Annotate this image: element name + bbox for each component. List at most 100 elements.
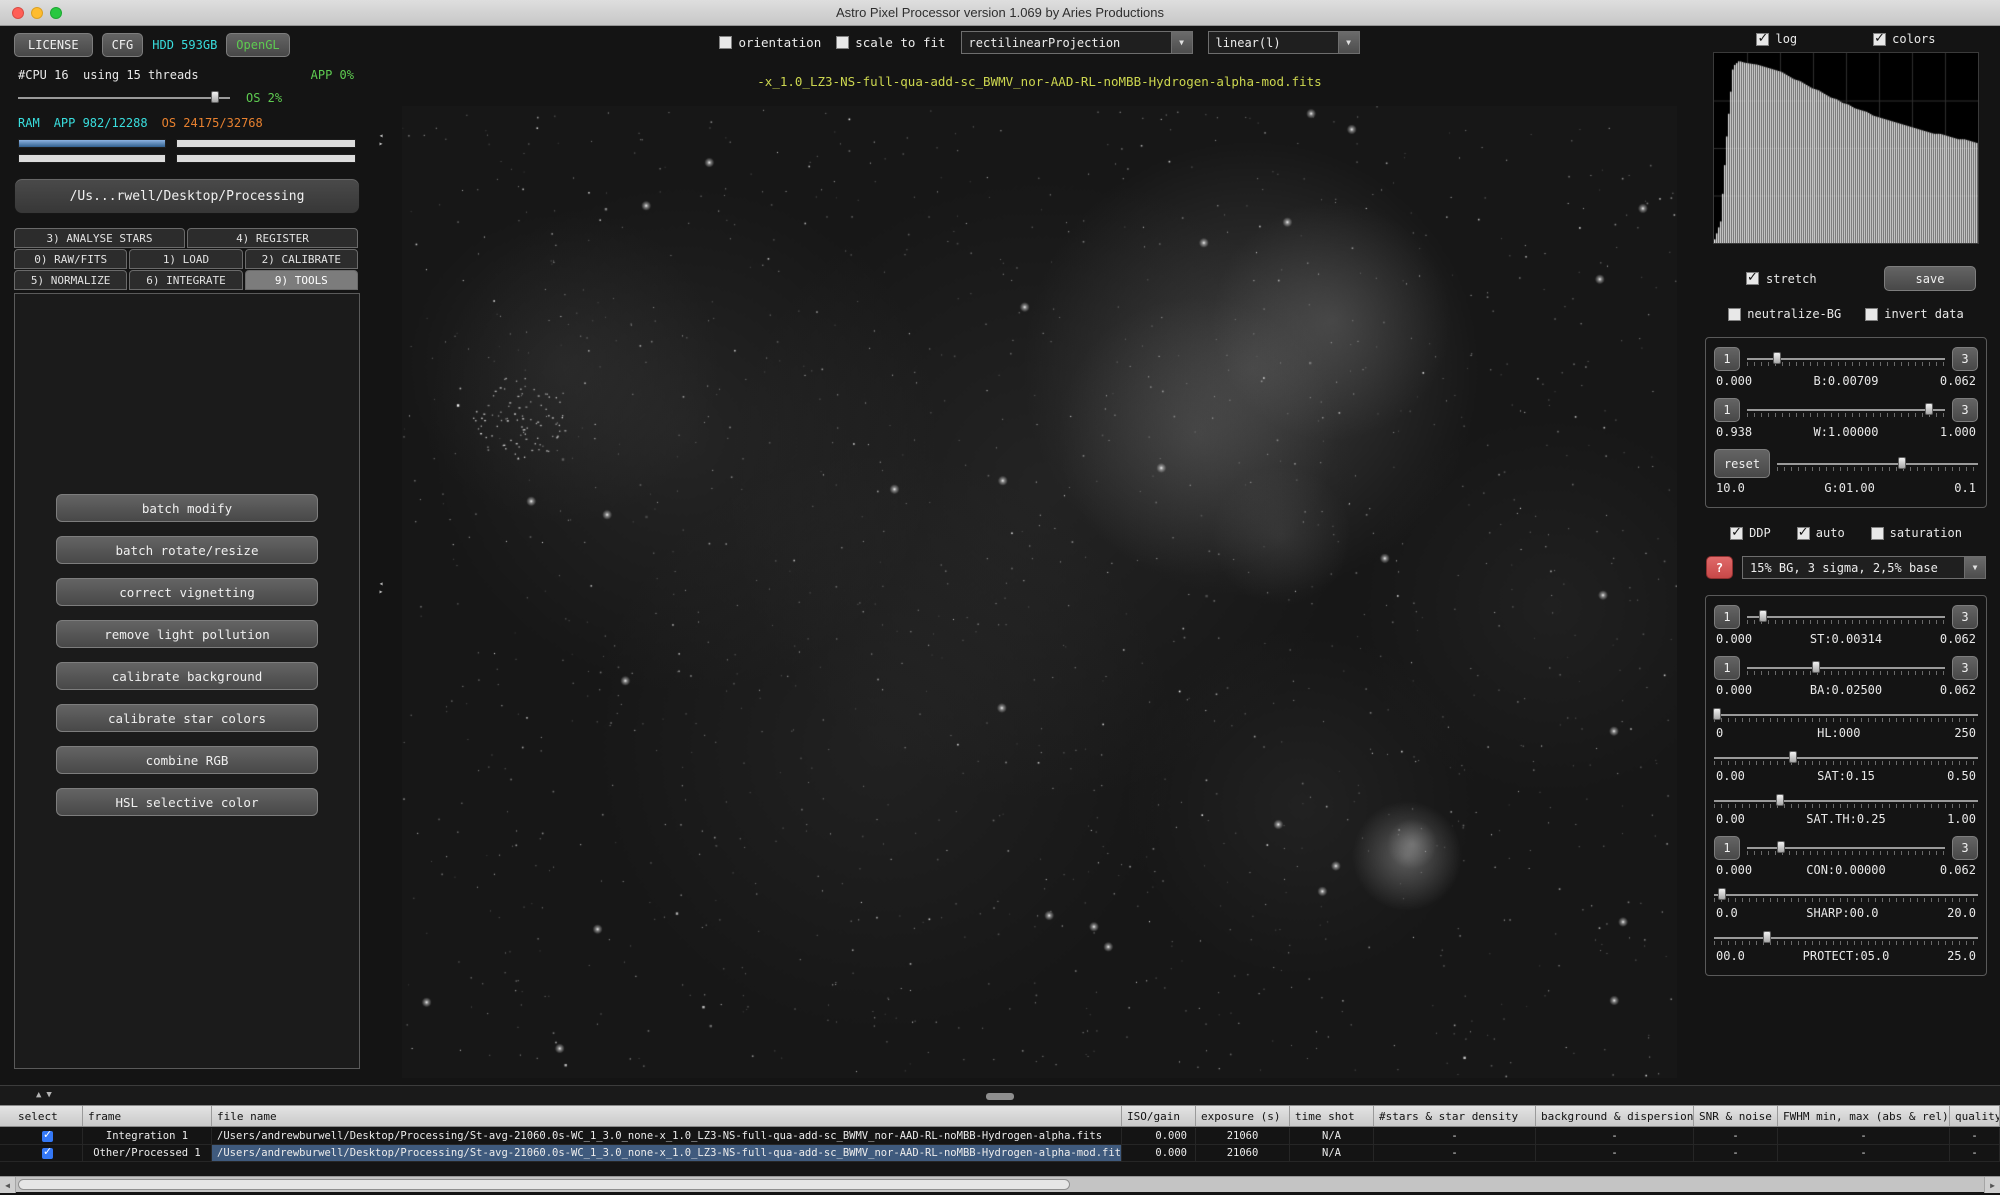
display-mode-dropdown[interactable]: linear(l) ▼ (1208, 31, 1360, 54)
saturation-slider-handle[interactable] (1789, 751, 1797, 763)
gamma-slider-handle[interactable] (1898, 457, 1906, 469)
histogram-canvas[interactable] (1714, 53, 1978, 243)
calibrate-background-button[interactable]: calibrate background (56, 662, 318, 690)
col-fwhm[interactable]: FWHM min, max (abs & rel) (1778, 1106, 1950, 1126)
scroll-right-icon[interactable]: ▶ (1984, 1177, 2000, 1193)
con-step-3-button[interactable]: 3 (1952, 836, 1978, 860)
col-background-dispersion[interactable]: background & dispersion (1536, 1106, 1694, 1126)
st-step-1-button[interactable]: 1 (1714, 605, 1740, 629)
contrast-slider[interactable] (1747, 840, 1945, 856)
white-point-slider[interactable] (1747, 402, 1945, 418)
histogram-display[interactable] (1713, 52, 1979, 244)
correct-vignetting-button[interactable]: correct vignetting (56, 578, 318, 606)
image-viewer[interactable] (402, 106, 1677, 1078)
panel-collapse-handle[interactable]: ◂ ▸ (374, 580, 388, 596)
col-select[interactable]: select (13, 1106, 83, 1126)
tab-integrate[interactable]: 6) INTEGRATE (129, 270, 242, 290)
col-quality[interactable]: quality (1950, 1106, 2000, 1126)
remove-light-pollution-button[interactable]: remove light pollution (56, 620, 318, 648)
highlights-slider-handle[interactable] (1713, 708, 1721, 720)
process-tabs: 3) ANALYSE STARS 4) REGISTER 0) RAW/FITS… (14, 228, 360, 290)
tab-tools[interactable]: 9) TOOLS (245, 270, 358, 290)
sharpen-slider[interactable] (1714, 887, 1978, 903)
protect-slider[interactable] (1714, 930, 1978, 946)
protect-slider-handle[interactable] (1763, 931, 1771, 943)
ba-step-3-button[interactable]: 3 (1952, 656, 1978, 680)
col-stars-density[interactable]: #stars & star density (1374, 1106, 1536, 1126)
highlights-slider[interactable] (1714, 707, 1978, 723)
threads-slider[interactable] (18, 90, 230, 106)
gamma-slider[interactable] (1777, 456, 1978, 472)
projection-dropdown[interactable]: rectilinearProjection ▼ (961, 31, 1193, 54)
tab-raw-fits[interactable]: 0) RAW/FITS (14, 249, 127, 269)
table-row-selected[interactable]: Other/Processed 1 /Users/andrewburwell/D… (0, 1145, 2000, 1162)
row-select-checkbox[interactable] (42, 1131, 53, 1142)
invert-data-checkbox[interactable] (1865, 308, 1878, 321)
expand-up-icon[interactable]: ▲ (36, 1090, 41, 1100)
scroll-left-icon[interactable]: ◀ (0, 1177, 16, 1193)
tab-load[interactable]: 1) LOAD (129, 249, 242, 269)
sharpen-slider-handle[interactable] (1718, 888, 1726, 900)
neutralize-bg-checkbox[interactable] (1728, 308, 1741, 321)
colors-checkbox[interactable] (1873, 33, 1886, 46)
st-slider[interactable] (1747, 609, 1945, 625)
batch-modify-button[interactable]: batch modify (56, 494, 318, 522)
collapse-down-icon[interactable]: ▼ (46, 1090, 51, 1100)
opengl-button[interactable]: OpenGL (226, 33, 289, 57)
splitter-grip[interactable] (986, 1093, 1014, 1100)
col-time-shot[interactable]: time shot (1290, 1106, 1374, 1126)
white-point-slider-handle[interactable] (1925, 403, 1933, 415)
black-step-3-button[interactable]: 3 (1952, 347, 1978, 371)
black-point-slider[interactable] (1747, 351, 1945, 367)
save-button[interactable]: save (1884, 266, 1976, 291)
saturation-threshold-slider[interactable] (1714, 793, 1978, 809)
white-step-3-button[interactable]: 3 (1952, 398, 1978, 422)
help-button[interactable]: ? (1706, 556, 1733, 579)
calibrate-star-colors-button[interactable]: calibrate star colors (56, 704, 318, 732)
col-iso-gain[interactable]: ISO/gain (1122, 1106, 1196, 1126)
con-step-1-button[interactable]: 1 (1714, 836, 1740, 860)
horizontal-scrollbar[interactable]: ◀ ▶ (0, 1176, 2000, 1192)
saturation-threshold-slider-handle[interactable] (1776, 794, 1784, 806)
threads-slider-handle[interactable] (211, 91, 219, 103)
panel-collapse-handle[interactable]: ◂ ▸ (374, 132, 388, 148)
tab-register[interactable]: 4) REGISTER (187, 228, 358, 248)
stretch-preset-dropdown[interactable]: 15% BG, 3 sigma, 2,5% base ▼ (1742, 556, 1986, 579)
reset-button[interactable]: reset (1714, 449, 1770, 478)
deep-sky-image[interactable] (402, 106, 1677, 1078)
license-button[interactable]: LICENSE (14, 33, 93, 57)
st-step-3-button[interactable]: 3 (1952, 605, 1978, 629)
ddp-checkbox[interactable] (1730, 527, 1743, 540)
scale-to-fit-checkbox[interactable] (836, 36, 849, 49)
tab-normalize[interactable]: 5) NORMALIZE (14, 270, 127, 290)
bottom-splitter[interactable]: ▲ ▼ (0, 1085, 2000, 1105)
table-row[interactable]: Integration 1 /Users/andrewburwell/Deskt… (0, 1128, 2000, 1145)
orientation-checkbox[interactable] (719, 36, 732, 49)
col-file-name[interactable]: file name (212, 1106, 1122, 1126)
black-step-1-button[interactable]: 1 (1714, 347, 1740, 371)
ba-step-1-button[interactable]: 1 (1714, 656, 1740, 680)
contrast-slider-handle[interactable] (1777, 841, 1785, 853)
stretch-checkbox[interactable] (1746, 272, 1759, 285)
white-step-1-button[interactable]: 1 (1714, 398, 1740, 422)
combine-rgb-button[interactable]: combine RGB (56, 746, 318, 774)
batch-rotate-resize-button[interactable]: batch rotate/resize (56, 536, 318, 564)
scrollbar-thumb[interactable] (18, 1179, 1070, 1190)
tab-analyse-stars[interactable]: 3) ANALYSE STARS (14, 228, 185, 248)
saturation-slider[interactable] (1714, 750, 1978, 766)
hsl-selective-color-button[interactable]: HSL selective color (56, 788, 318, 816)
st-slider-handle[interactable] (1759, 610, 1767, 622)
working-directory-button[interactable]: /Us...rwell/Desktop/Processing (14, 178, 360, 214)
auto-checkbox[interactable] (1797, 527, 1810, 540)
black-point-slider-handle[interactable] (1773, 352, 1781, 364)
col-snr-noise[interactable]: SNR & noise (1694, 1106, 1778, 1126)
log-checkbox[interactable] (1756, 33, 1769, 46)
ba-slider[interactable] (1747, 660, 1945, 676)
cfg-button[interactable]: CFG (102, 33, 144, 57)
tab-calibrate[interactable]: 2) CALIBRATE (245, 249, 358, 269)
col-exposure[interactable]: exposure (s) (1196, 1106, 1290, 1126)
col-frame[interactable]: frame (83, 1106, 212, 1126)
row-select-checkbox[interactable] (42, 1148, 53, 1159)
saturation-checkbox[interactable] (1871, 527, 1884, 540)
ba-slider-handle[interactable] (1812, 661, 1820, 673)
